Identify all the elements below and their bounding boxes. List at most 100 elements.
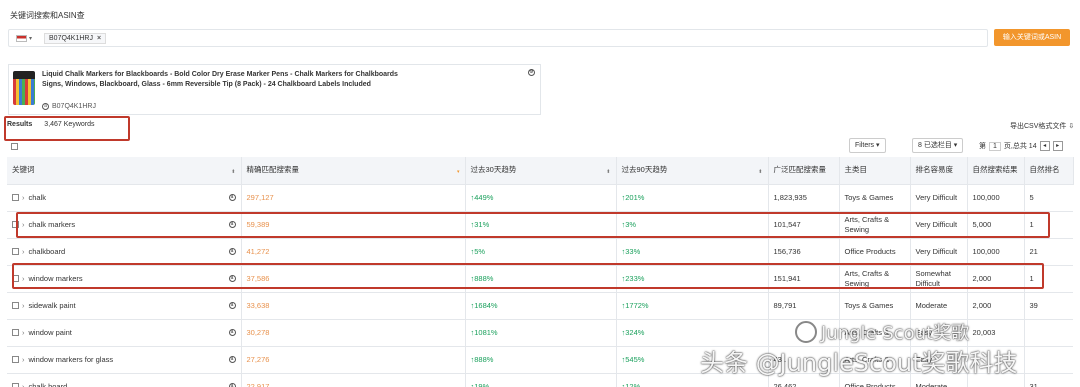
page-input[interactable]: 1 (989, 141, 1001, 151)
col-organic-label: 自然搜索结果 (972, 165, 1018, 175)
product-title[interactable]: Liquid Chalk Markers for Blackboards - B… (42, 70, 402, 89)
keyword-text[interactable]: chalk markers (29, 220, 76, 229)
us-flag-icon[interactable] (16, 34, 27, 42)
row-checkbox[interactable] (12, 248, 19, 256)
col-keyword[interactable]: 关键词 ⬍ (7, 157, 242, 185)
amazon-icon[interactable]: a (228, 301, 236, 309)
ease-cell: Moderate (910, 292, 968, 320)
table-row[interactable]: › chalk markers a 59,389 ↑31% ↑3% 101,547 Arts,… (7, 211, 1073, 239)
table-row[interactable]: › sidewalk paint a 33,638 ↑1684% ↑1772% 89,791… (7, 292, 1073, 320)
keyword-cell[interactable]: › chalk board a (7, 373, 242, 387)
amazon-icon[interactable]: a (228, 220, 236, 228)
rank-cell (1024, 319, 1073, 347)
sort-icon[interactable]: ▾ (457, 167, 460, 177)
rank-cell (1024, 346, 1073, 374)
rank-cell: 1 (1024, 211, 1073, 239)
search-submit-button[interactable]: 输入关键词或ASIN (994, 29, 1070, 46)
download-icon: ⇩ (1068, 123, 1075, 130)
amazon-icon[interactable]: a (228, 274, 236, 282)
sort-icon[interactable]: ⬍ (231, 167, 235, 177)
col-exact-volume[interactable]: 精确匹配搜索量 ▾ (241, 157, 466, 185)
chevron-right-icon[interactable]: › (22, 328, 25, 337)
col-trend-90[interactable]: 过去90天趋势 ⬍ (616, 157, 769, 185)
keyword-cell[interactable]: › window paint a (7, 319, 242, 347)
table-row[interactable]: › window markers a 37,586 ↑888% ↑233% 151,941 A… (7, 265, 1073, 293)
product-asin-value: B07Q4K1HRJ (52, 103, 96, 110)
keyword-cell[interactable]: › chalk a (7, 184, 242, 212)
asin-chip-label: B07Q4K1HRJ (49, 34, 93, 42)
row-checkbox[interactable] (12, 221, 19, 229)
keyword-text[interactable]: sidewalk paint (29, 301, 76, 310)
keyword-cell[interactable]: › sidewalk paint a (7, 292, 242, 320)
keyword-cell[interactable]: › chalk markers a (7, 211, 242, 239)
sort-icon[interactable]: ⬍ (758, 167, 762, 177)
trend90-cell: ↑1772% (616, 292, 769, 320)
chevron-down-icon: ▾ (876, 142, 880, 149)
row-checkbox[interactable] (12, 302, 19, 310)
amazon-icon[interactable]: a (228, 355, 236, 363)
col-category[interactable]: 主类目 (839, 157, 911, 185)
chevron-right-icon[interactable]: › (22, 247, 25, 256)
export-csv-link[interactable]: 导出CSV格式文件 ⇩ (1010, 121, 1074, 131)
keyword-cell[interactable]: › window markers a (7, 265, 242, 293)
table-header: 关键词 ⬍ 精确匹配搜索量 ▾ 过去30天趋势 ⬍ 过去90天趋势 ⬍ 广泛匹配搜索量 … (7, 157, 1074, 185)
amazon-icon[interactable]: a (228, 382, 236, 387)
select-all-checkbox[interactable] (11, 143, 18, 150)
row-checkbox[interactable] (12, 329, 19, 337)
keyword-cell[interactable]: › window markers for glass a (7, 346, 242, 374)
col-organic[interactable]: 自然搜索结果 (967, 157, 1025, 185)
chevron-right-icon[interactable]: › (22, 193, 25, 202)
col-ease[interactable]: 排名容易度 (910, 157, 968, 185)
col-trend-30[interactable]: 过去30天趋势 ⬍ (465, 157, 617, 185)
col-trend30-label: 过去30天趋势 (470, 165, 517, 175)
chevron-down-icon: ▾ (953, 142, 958, 149)
keyword-text[interactable]: chalk board (29, 382, 68, 387)
keyword-text[interactable]: chalk (29, 193, 47, 202)
exact-volume-cell: 59,389 (241, 211, 466, 239)
keyword-text[interactable]: window markers (29, 274, 83, 283)
keyword-text[interactable]: chalkboard (29, 247, 66, 256)
amazon-icon[interactable]: a (228, 193, 236, 201)
filters-label: Filters (855, 142, 875, 149)
chevron-down-icon[interactable]: ▾ (29, 35, 32, 42)
amazon-icon[interactable]: a (228, 247, 236, 255)
product-asin: a B07Q4K1HRJ (42, 103, 96, 110)
chevron-right-icon[interactable]: › (22, 355, 25, 364)
filters-button[interactable]: Filters ▾ (849, 138, 886, 153)
chevron-right-icon[interactable]: › (22, 301, 25, 310)
category-cell: Toys & Games (839, 184, 911, 212)
table-row[interactable]: › chalkboard a 41,272 ↑5% ↑33% 156,736 Office P… (7, 238, 1073, 266)
trend30-cell: ↑1081% (465, 319, 617, 347)
row-checkbox[interactable] (12, 383, 19, 387)
keyword-text[interactable]: window markers for glass (29, 355, 114, 364)
keyword-cell[interactable]: › chalkboard a (7, 238, 242, 266)
chevron-right-icon[interactable]: › (22, 220, 25, 229)
col-exact-label: 精确匹配搜索量 (246, 165, 300, 175)
settings-icon[interactable]: ⚙ (528, 69, 535, 76)
table-row[interactable]: › chalk a 297,127 ↑449% ↑201% 1,823,935 Toys & … (7, 184, 1073, 212)
col-broad-volume[interactable]: 广泛匹配搜索量 (768, 157, 840, 185)
columns-button[interactable]: 8 已选栏目 ▾ (912, 138, 964, 153)
row-checkbox[interactable] (12, 275, 19, 283)
sort-icon[interactable]: ⬍ (606, 167, 610, 177)
chevron-right-icon[interactable]: › (22, 382, 25, 387)
col-rank[interactable]: 自然排名 (1024, 157, 1074, 185)
amazon-icon: a (42, 103, 49, 110)
trend30-cell: ↑5% (465, 238, 617, 266)
export-csv-label: 导出CSV格式文件 (1010, 123, 1067, 130)
close-icon[interactable]: × (97, 35, 101, 42)
organic-cell: 2,000 (967, 292, 1025, 320)
amazon-icon[interactable]: a (228, 328, 236, 336)
rank-cell: 39 (1024, 292, 1073, 320)
row-checkbox[interactable] (12, 194, 19, 202)
ease-cell: Somewhat Difficult (910, 265, 968, 293)
next-page-icon[interactable]: ▸ (1052, 141, 1063, 151)
keyword-text[interactable]: window paint (29, 328, 72, 337)
chevron-right-icon[interactable]: › (22, 274, 25, 283)
search-bar[interactable]: ▾ B07Q4K1HRJ × (8, 29, 988, 47)
rank-cell: 1 (1024, 265, 1073, 293)
trend90-cell: ↑233% (616, 265, 769, 293)
row-checkbox[interactable] (12, 356, 19, 364)
rank-cell: 5 (1024, 184, 1073, 212)
prev-page-icon[interactable]: ◂ (1039, 141, 1050, 151)
